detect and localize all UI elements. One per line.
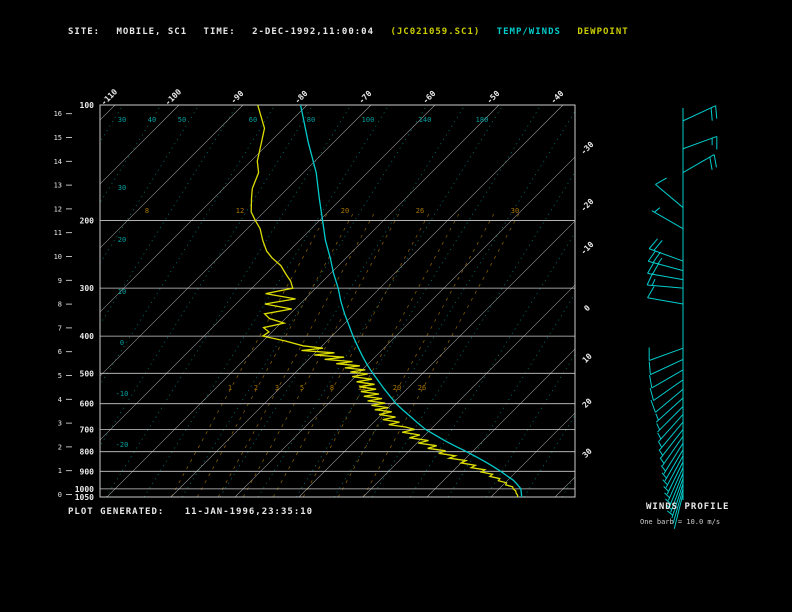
theta-labels: 30 40 50 60 80 100 140 1803020100-10-20 [116,116,489,449]
svg-text:600: 600 [80,400,95,409]
svg-text:30: 30 [118,116,126,124]
svg-text:4: 4 [58,396,62,404]
svg-text:20: 20 [393,384,401,392]
plot-generated-label: PLOT GENERATED: [68,507,165,517]
svg-text:80: 80 [307,116,315,124]
svg-text:11: 11 [54,229,62,237]
svg-text:-70: -70 [357,89,374,106]
svg-text:-30: -30 [579,140,596,157]
svg-text:-20: -20 [579,197,596,214]
svg-text:5: 5 [300,384,304,392]
svg-text:300: 300 [80,284,95,293]
svg-text:8: 8 [145,207,149,215]
svg-text:-10: -10 [579,240,596,257]
skewt-app-window: SITE: MOBILE, SC1 TIME: 2-DEC-1992,11:00… [0,0,792,612]
svg-text:-60: -60 [421,89,438,106]
svg-text:6: 6 [58,348,62,356]
svg-text:26: 26 [418,384,426,392]
svg-text:100: 100 [362,116,375,124]
winds-scale-note: One barb = 10.0 m/s [640,518,721,526]
svg-text:7: 7 [58,324,62,332]
svg-text:-20: -20 [116,441,129,449]
svg-text:500: 500 [80,369,95,378]
svg-text:2: 2 [254,384,258,392]
svg-text:12: 12 [236,207,244,215]
svg-text:8: 8 [330,384,334,392]
svg-text:700: 700 [80,425,95,434]
svg-text:1: 1 [228,384,232,392]
svg-text:20: 20 [118,236,126,244]
svg-text:30: 30 [581,447,594,460]
top-temp-labels: -110 -100 -90 -80 -70 -60 -50 -40 [99,87,565,107]
pressure-axis-labels: 10020030040050060070080090010001050 [75,101,94,502]
svg-text:10: 10 [54,253,62,261]
svg-text:800: 800 [80,448,95,457]
svg-text:50: 50 [178,116,186,124]
dry-adiabats [100,105,575,497]
svg-text:26: 26 [416,207,424,215]
svg-text:16: 16 [54,110,62,118]
svg-text:40: 40 [148,116,156,124]
svg-text:14: 14 [54,158,62,166]
svg-text:180: 180 [476,116,489,124]
svg-text:100: 100 [80,101,95,110]
svg-text:20: 20 [341,207,349,215]
svg-text:0: 0 [120,339,124,347]
mixing-ratio-lines [170,212,520,497]
svg-text:30: 30 [511,207,519,215]
svg-text:30: 30 [118,184,126,192]
svg-text:9: 9 [58,277,62,285]
svg-text:-50: -50 [485,89,502,106]
plot-generated-value: 11-JAN-1996,23:35:10 [184,507,314,517]
svg-text:12: 12 [54,205,62,213]
svg-text:10: 10 [118,288,126,296]
svg-text:8: 8 [58,301,62,309]
svg-text:1050: 1050 [75,493,94,502]
svg-text:3: 3 [275,384,279,392]
svg-text:5: 5 [58,372,62,380]
winds-profile-title: WINDS PROFILE [646,502,730,512]
height-axis-labels: 012345678910111213141516 [54,110,72,499]
svg-text:1: 1 [58,467,62,475]
dewpoint-trace [250,105,519,497]
svg-text:-40: -40 [549,89,566,106]
pressure-gridlines [99,104,576,498]
svg-text:-100: -100 [163,87,183,107]
svg-text:0: 0 [58,491,62,499]
svg-text:400: 400 [80,332,95,341]
svg-text:140: 140 [419,116,432,124]
svg-text:-90: -90 [229,89,246,106]
svg-text:200: 200 [80,217,95,226]
svg-text:900: 900 [80,467,95,476]
svg-text:15: 15 [54,134,62,142]
svg-text:-10: -10 [116,390,129,398]
svg-text:13: 13 [54,182,62,190]
svg-text:10: 10 [581,352,594,365]
right-temp-labels: -30 -20 -10 0 10 20 30 [579,140,596,460]
svg-text:-80: -80 [293,89,310,106]
svg-text:-110: -110 [99,87,119,107]
svg-text:3: 3 [58,420,62,428]
svg-text:20: 20 [581,397,594,410]
mixing-ratio-labels: 8 12 20 26 301 2 3 5 8 12 20 26 [145,207,519,392]
svg-text:0: 0 [582,303,592,313]
footer-bar: PLOT GENERATED: 11-JAN-1996,23:35:10 [68,507,327,517]
isotherm-grid [100,105,575,497]
svg-text:60: 60 [249,116,257,124]
wind-barbs [646,105,718,529]
svg-text:2: 2 [58,443,62,451]
